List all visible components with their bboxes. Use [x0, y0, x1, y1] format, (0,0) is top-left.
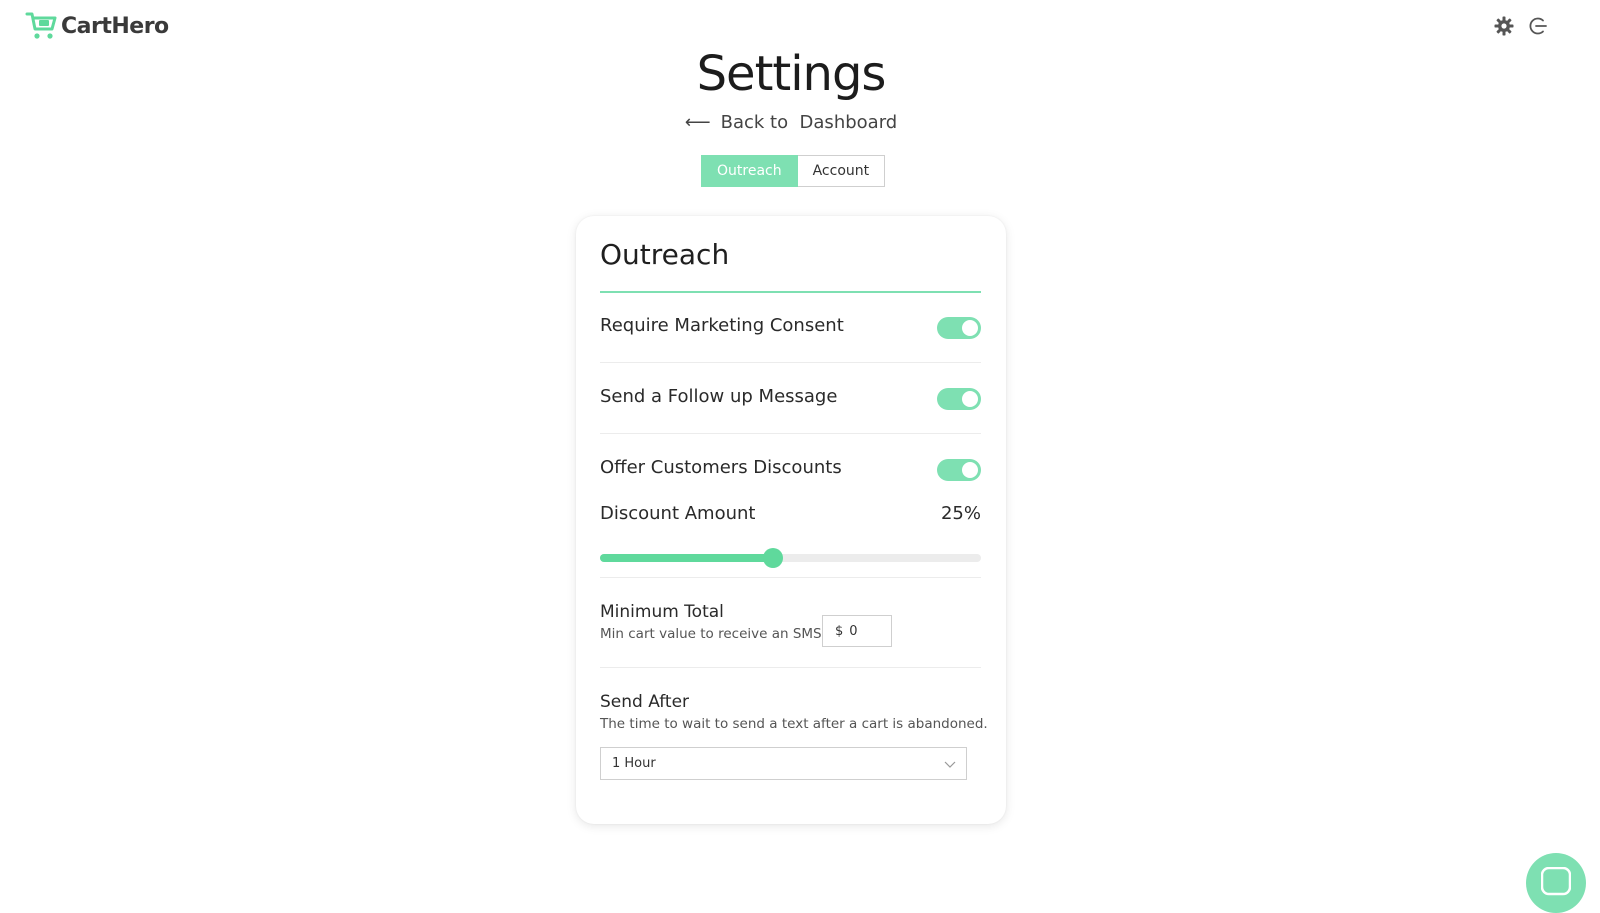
logout-icon[interactable]: [1528, 16, 1548, 36]
arrow-left-icon: ⟵: [684, 112, 711, 133]
chat-launcher[interactable]: [1526, 853, 1586, 913]
row-divider: [600, 362, 981, 363]
tab-outreach[interactable]: Outreach: [701, 155, 798, 187]
row-divider: [600, 577, 981, 578]
slider-thumb[interactable]: [763, 548, 783, 568]
title-divider: [600, 291, 981, 293]
send-after-selected: 1 Hour: [612, 756, 656, 771]
discount-amount-label: Discount Amount: [600, 503, 756, 524]
cart-logo-icon: [25, 12, 57, 39]
brand-name: CartHero: [61, 13, 169, 39]
outreach-card: Outreach Require Marketing Consent Send …: [576, 216, 1006, 824]
follow-up-toggle[interactable]: [937, 388, 981, 410]
toggle-knob: [962, 462, 978, 478]
discounts-toggle[interactable]: [937, 459, 981, 481]
toggle-knob: [962, 391, 978, 407]
discount-amount-value: 25%: [940, 503, 981, 524]
logo[interactable]: CartHero: [25, 11, 169, 41]
send-after-select[interactable]: 1 Hour: [600, 747, 967, 780]
send-after-label: Send After: [600, 692, 690, 712]
card-title: Outreach: [600, 238, 730, 271]
back-link-label: Back to Dashboard: [720, 112, 898, 133]
gear-icon[interactable]: [1494, 16, 1514, 36]
chat-icon: [1541, 867, 1571, 896]
header-actions: [1494, 16, 1548, 36]
send-after-help: The time to wait to send a text after a …: [600, 716, 988, 732]
settings-tabs: Outreach Account: [701, 155, 886, 187]
follow-up-label: Send a Follow up Message: [600, 386, 838, 407]
row-divider: [600, 433, 981, 434]
chevron-down-icon: [944, 761, 956, 768]
minimum-total-value: 0: [849, 623, 858, 639]
row-divider: [600, 667, 981, 668]
slider-fill: [600, 554, 773, 562]
require-consent-toggle[interactable]: [937, 317, 981, 339]
discount-slider[interactable]: [600, 548, 981, 568]
minimum-total-label: Minimum Total: [600, 602, 724, 622]
back-to-dashboard-link[interactable]: ⟵ Back to Dashboard: [0, 112, 1582, 133]
tab-account[interactable]: Account: [797, 155, 886, 187]
minimum-total-help: Min cart value to receive an SMS.: [600, 626, 826, 642]
toggle-knob: [962, 320, 978, 336]
page-title: Settings: [696, 46, 887, 102]
require-consent-label: Require Marketing Consent: [600, 315, 844, 336]
minimum-total-input[interactable]: $ 0: [822, 615, 892, 647]
discounts-label: Offer Customers Discounts: [600, 457, 842, 478]
currency-symbol: $: [835, 623, 844, 639]
